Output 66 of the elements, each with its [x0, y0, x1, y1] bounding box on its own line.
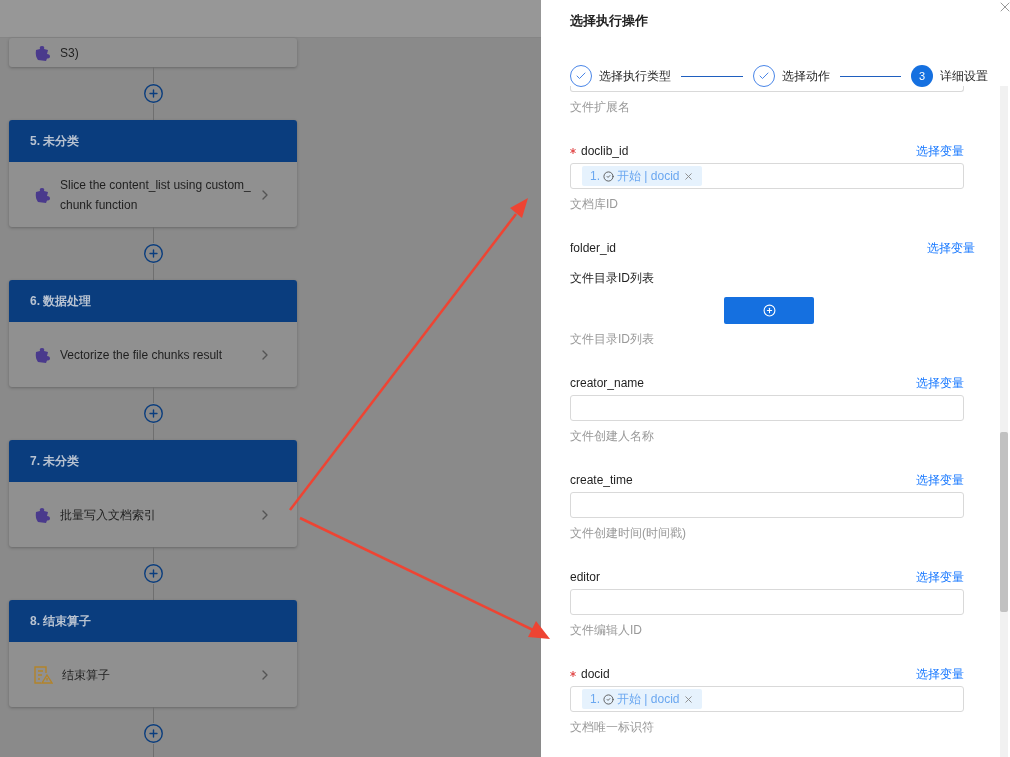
puzzle-icon: [33, 505, 51, 524]
field-hint: 文件编辑人ID: [570, 622, 643, 638]
field-hint: 文档唯一标识符: [570, 719, 655, 735]
step-label: 详细设置: [940, 68, 988, 85]
drawer-title: 选择执行操作: [570, 12, 648, 30]
field-hint: 文件目录ID列表: [570, 331, 655, 347]
tag-number: 1.: [590, 168, 600, 185]
node-title: 6. 数据处理: [30, 293, 92, 310]
field-label: creator_name: [570, 375, 645, 392]
select-variable-link[interactable]: 选择变量: [916, 471, 964, 489]
scrollbar-thumb[interactable]: [1000, 432, 1008, 612]
add-node-icon[interactable]: [142, 243, 164, 264]
field-label: docid: [581, 666, 610, 683]
input-field[interactable]: [570, 492, 964, 518]
node-card[interactable]: 6. 数据处理 Vectorize the file chunks result: [9, 280, 297, 387]
add-node-icon[interactable]: [142, 723, 164, 744]
select-variable-link[interactable]: 选择变量: [927, 239, 975, 257]
node-card[interactable]: S3): [9, 38, 297, 67]
plus-circle-icon: [762, 304, 776, 317]
select-variable-link[interactable]: 选择变量: [916, 142, 964, 160]
step-label: 选择执行类型: [599, 68, 671, 85]
select-variable-link[interactable]: 选择变量: [916, 374, 964, 392]
node-card[interactable]: 8. 结束算子 结束算子: [9, 600, 297, 707]
node-card[interactable]: 7. 未分类 批量写入文档索引: [9, 440, 297, 547]
add-item-button[interactable]: [724, 297, 814, 324]
field-label: folder_id: [570, 240, 617, 257]
node-title: 5. 未分类: [30, 133, 80, 150]
list-label: 文件目录ID列表: [570, 270, 655, 287]
node-label: Slice the content_list using custom_ chunk function: [60, 176, 252, 214]
tag-input-field[interactable]: 1. 开始 | docid: [570, 686, 964, 712]
puzzle-icon: [33, 185, 51, 204]
input-field[interactable]: [570, 395, 964, 421]
field-hint: 文件扩展名: [570, 99, 631, 115]
node-card[interactable]: 5. 未分类 Slice the content_list using custom_ chunk function: [9, 120, 297, 227]
select-variable-link[interactable]: 选择变量: [916, 665, 964, 683]
tag-input-field[interactable]: 1. 开始 | docid: [570, 163, 964, 189]
field-label: editor: [570, 569, 601, 586]
node-label: 结束算子: [62, 666, 111, 684]
field-hint: 文件创建人名称: [570, 428, 655, 444]
node-title: 8. 结束算子: [30, 613, 92, 630]
field-label: create_time: [570, 472, 633, 489]
remove-tag-icon[interactable]: [682, 693, 694, 705]
remove-tag-icon[interactable]: [682, 170, 694, 182]
field-hint: 文档库ID: [570, 196, 619, 212]
node-label: 批量写入文档索引: [60, 506, 157, 524]
input-field[interactable]: [570, 86, 964, 92]
tag-label: 开始 | docid: [617, 168, 680, 185]
input-field[interactable]: [570, 589, 964, 615]
check-circle-icon: [603, 170, 614, 182]
puzzle-icon: [33, 345, 51, 364]
puzzle-icon: [33, 43, 51, 62]
field-hint: 文件创建时间(时间戳): [570, 525, 687, 541]
add-node-icon[interactable]: [142, 563, 164, 584]
select-variable-link[interactable]: 选择变量: [916, 568, 964, 586]
step-label: 选择动作: [781, 68, 830, 85]
add-node-icon[interactable]: [142, 403, 164, 424]
node-label: Vectorize the file chunks result: [60, 346, 224, 364]
document-warning-icon: [33, 664, 53, 685]
node-title: 7. 未分类: [30, 453, 80, 470]
check-circle-icon: [603, 693, 614, 705]
step-number: 3: [911, 65, 933, 87]
node-label: S3): [60, 44, 80, 62]
field-label: doclib_id: [581, 143, 629, 160]
add-node-icon[interactable]: [142, 83, 164, 104]
tag-number: 1.: [590, 691, 600, 708]
tag-label: 开始 | docid: [617, 691, 680, 708]
